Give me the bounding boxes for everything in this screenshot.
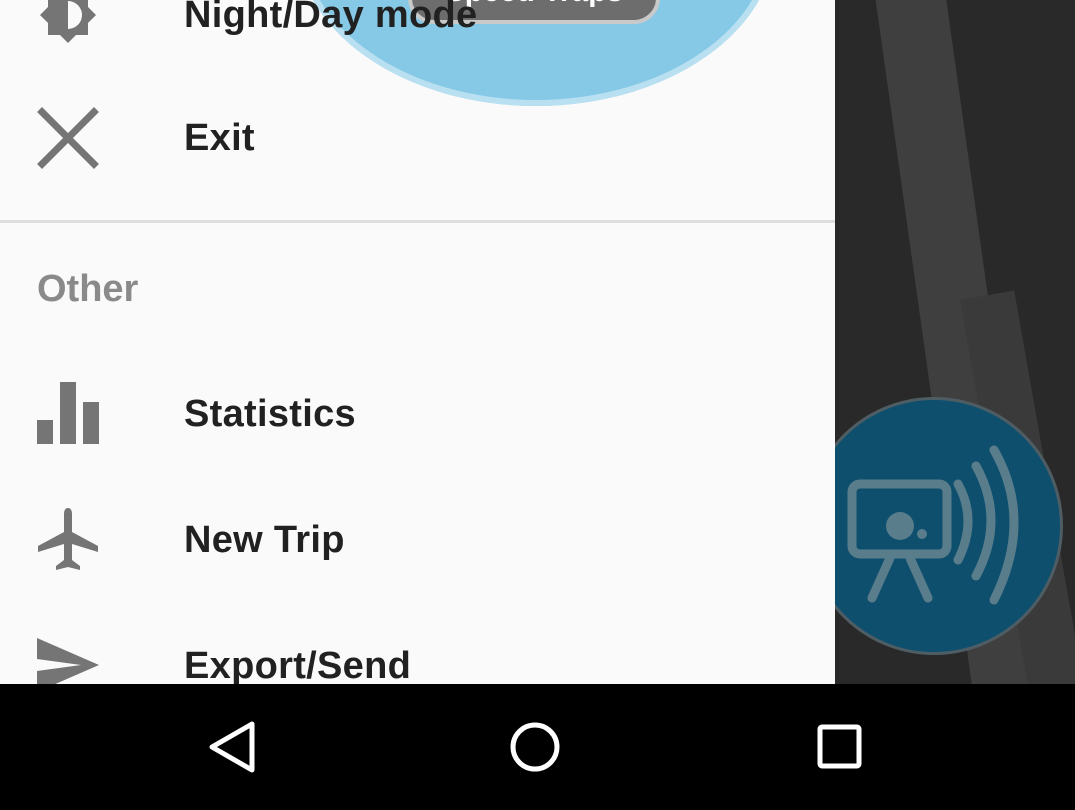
menu-item-label: Exit [184, 117, 255, 159]
send-icon [37, 638, 99, 684]
section-header-other: Other [37, 268, 139, 310]
menu-item-statistics[interactable]: Statistics [0, 349, 835, 475]
menu-item-label: Statistics [184, 393, 356, 435]
speed-camera-button[interactable] [805, 397, 1063, 655]
menu-item-exit[interactable]: Exit [0, 73, 835, 199]
brightness-icon [40, 0, 96, 43]
navigation-drawer: Speed Traps Night/Day mode Exit Other St… [0, 0, 835, 684]
bar-chart-icon [37, 382, 99, 444]
system-navigation-bar [0, 684, 1075, 810]
menu-item-label: Export/Send [184, 645, 412, 684]
speed-camera-radar-icon [847, 445, 1019, 605]
back-icon[interactable] [188, 704, 278, 790]
home-icon[interactable] [490, 704, 580, 790]
menu-item-night-day-mode[interactable]: Night/Day mode [0, 0, 835, 76]
menu-item-label: New Trip [184, 519, 345, 561]
recents-icon[interactable] [794, 704, 884, 790]
menu-item-new-trip[interactable]: New Trip [0, 475, 835, 601]
divider [0, 220, 835, 223]
menu-item-label: Night/Day mode [184, 0, 478, 36]
airplane-icon [38, 508, 98, 570]
menu-item-export-send[interactable]: Export/Send [0, 601, 835, 684]
close-icon [37, 107, 99, 169]
